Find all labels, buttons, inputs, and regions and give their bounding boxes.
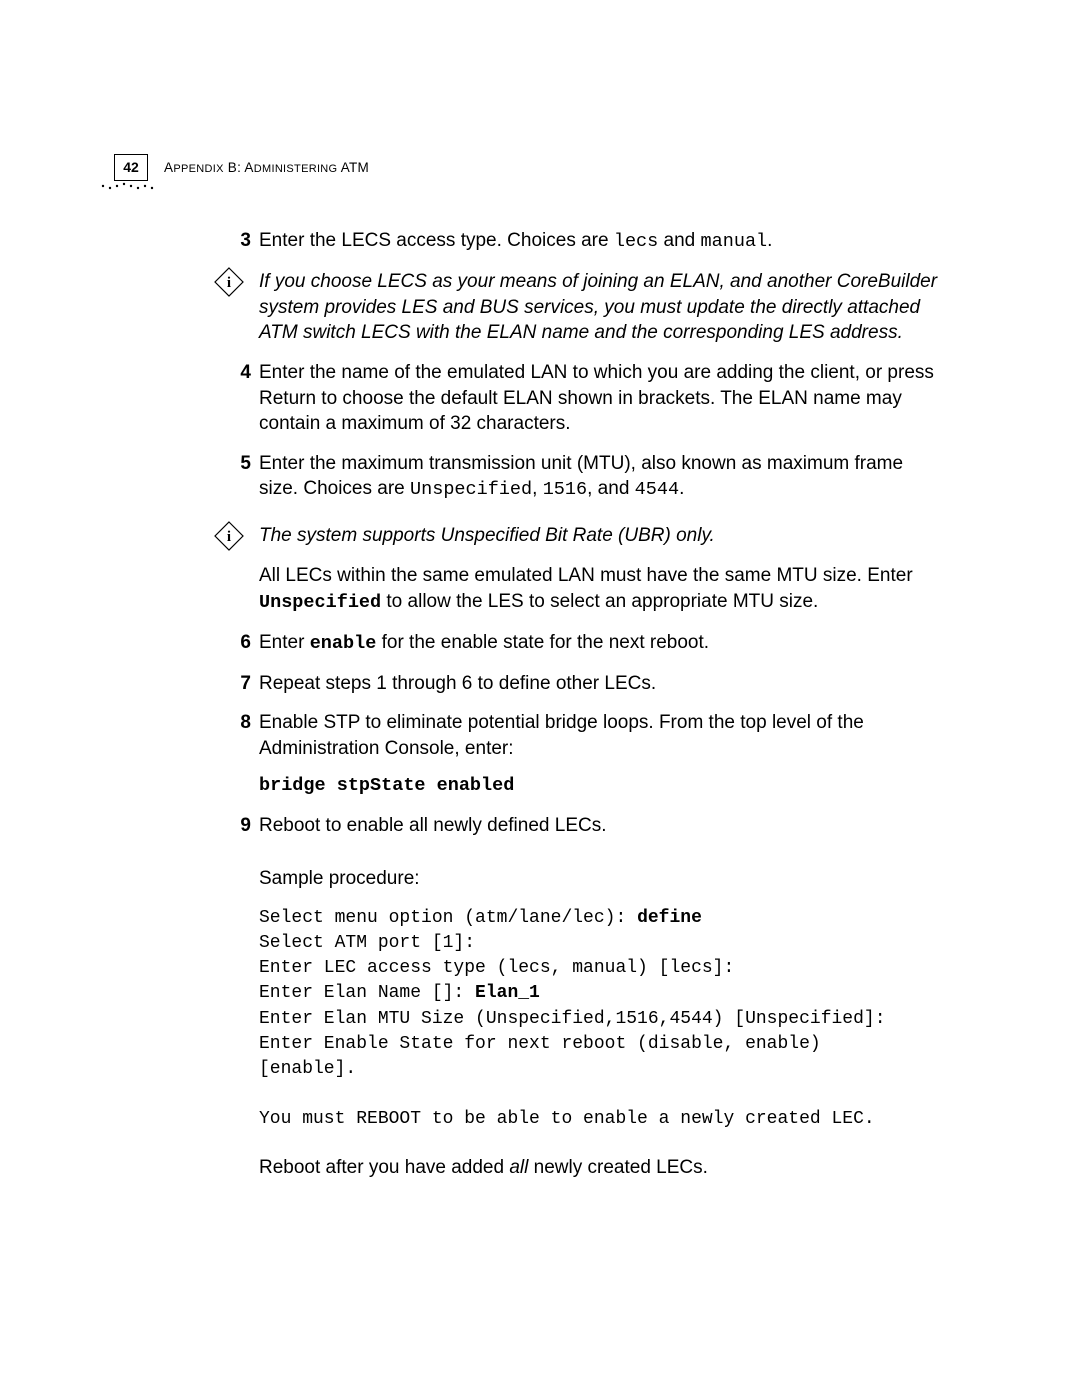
step-8: 8 Enable STP to eliminate potential brid… bbox=[259, 710, 938, 798]
step-number: 9 bbox=[231, 813, 251, 839]
note-text: If you choose LECS as your means of join… bbox=[259, 271, 937, 343]
sample-label: Sample procedure: bbox=[259, 866, 938, 892]
header-dots bbox=[100, 181, 160, 191]
step-6: 6 Enter enable for the enable state for … bbox=[259, 630, 938, 657]
header-title: APPENDIX B: ADMINISTERING ATM bbox=[164, 159, 369, 177]
page-number-box: 42 bbox=[114, 154, 148, 181]
sample-procedure: Select menu option (atm/lane/lec): defin… bbox=[259, 906, 938, 1133]
step-7: 7 Repeat steps 1 through 6 to define oth… bbox=[259, 671, 938, 697]
step-number: 6 bbox=[231, 630, 251, 656]
closing-paragraph: Reboot after you have added all newly cr… bbox=[259, 1155, 938, 1181]
step-4: 4 Enter the name of the emulated LAN to … bbox=[259, 360, 938, 437]
svg-text:i: i bbox=[227, 275, 231, 291]
info-icon: i bbox=[214, 267, 244, 297]
page-number: 42 bbox=[123, 158, 139, 177]
mtu-paragraph: All LECs within the same emulated LAN mu… bbox=[259, 563, 938, 616]
info-icon: i bbox=[214, 521, 244, 551]
step-5: 5 Enter the maximum transmission unit (M… bbox=[259, 451, 938, 504]
bridge-command: bridge stpState enabled bbox=[259, 774, 938, 799]
note-lecs: i If you choose LECS as your means of jo… bbox=[259, 269, 938, 346]
note-text: The system supports Unspecified Bit Rate… bbox=[259, 525, 715, 546]
body-content: 3 Enter the LECS access type. Choices ar… bbox=[259, 228, 938, 1180]
step-number: 4 bbox=[231, 360, 251, 386]
step-number: 5 bbox=[231, 451, 251, 477]
page: 42 APPENDIX B: ADMINISTERING ATM 3 Enter… bbox=[0, 0, 1080, 1180]
step-number: 7 bbox=[231, 671, 251, 697]
step-number: 8 bbox=[231, 710, 251, 736]
step-number: 3 bbox=[231, 228, 251, 254]
step-3: 3 Enter the LECS access type. Choices ar… bbox=[259, 228, 938, 255]
step-9: 9 Reboot to enable all newly defined LEC… bbox=[259, 813, 938, 839]
note-ubr: i The system supports Unspecified Bit Ra… bbox=[259, 523, 938, 549]
svg-text:i: i bbox=[227, 529, 231, 545]
